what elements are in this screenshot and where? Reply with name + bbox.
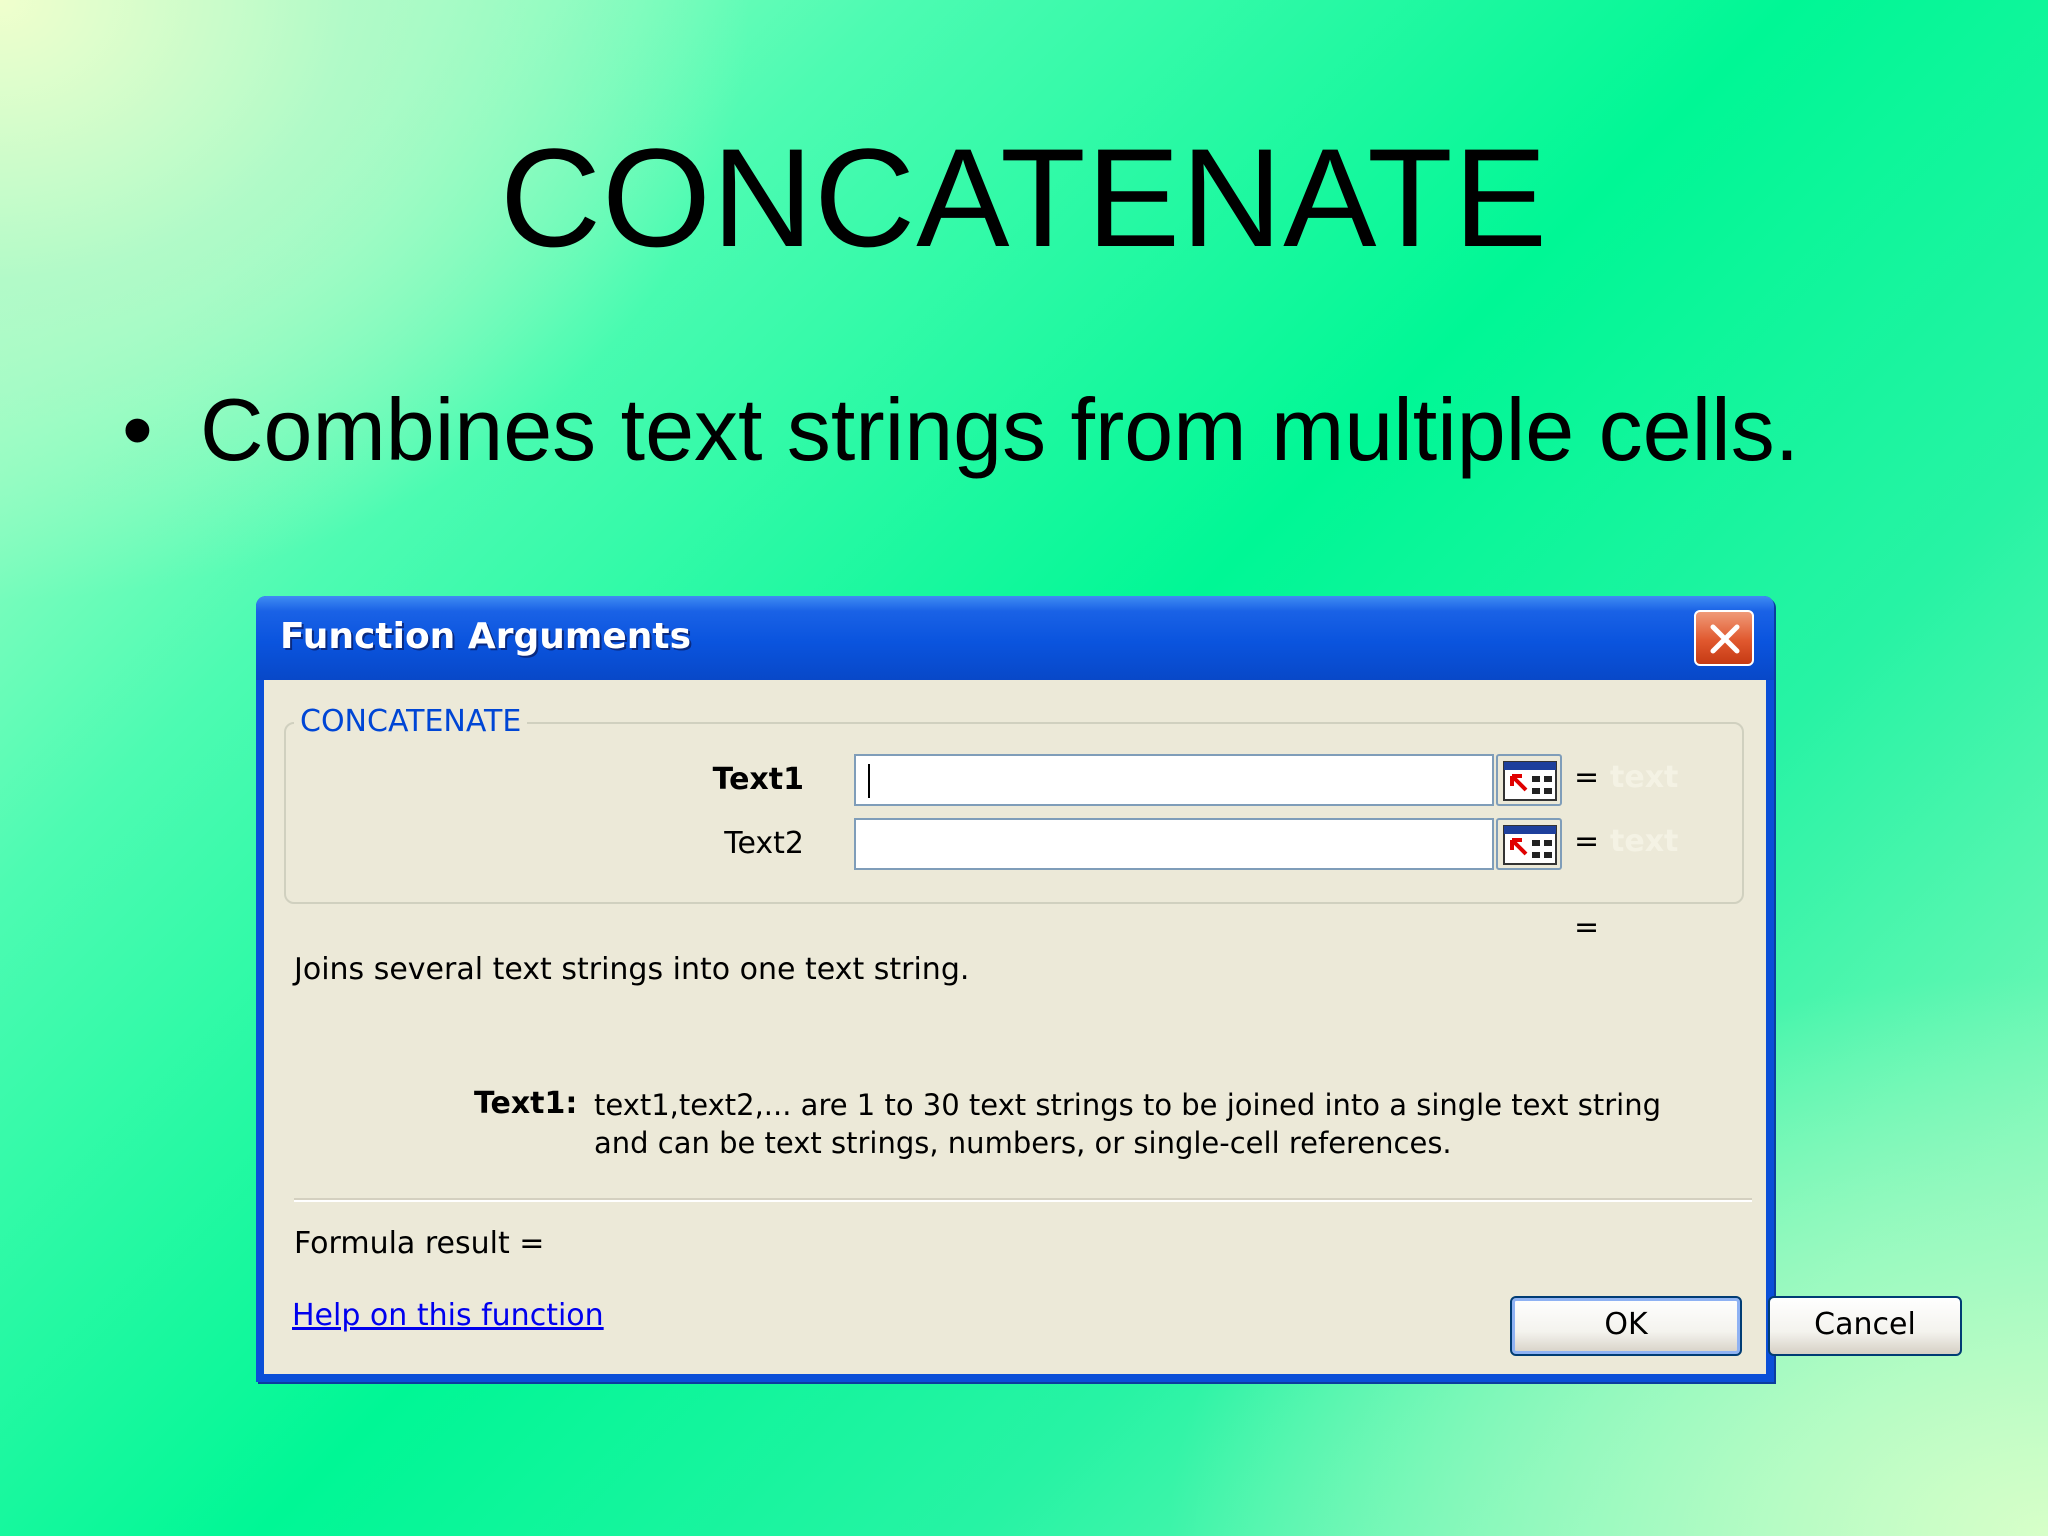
argument-description-label: Text1: — [474, 1086, 578, 1121]
text2-hint: text — [1610, 824, 1679, 859]
function-description: Joins several text strings into one text… — [294, 952, 970, 987]
formula-result: Formula result = — [294, 1226, 545, 1261]
dialog-client-area: CONCATENATE Text1 = text Text2 = text = … — [264, 680, 1962, 1374]
text1-label: Text1 — [712, 762, 804, 797]
text1-equals: = — [1574, 760, 1600, 795]
slide-background: CONCATENATE • Combines text strings from… — [0, 0, 2048, 1536]
close-button[interactable] — [1694, 610, 1754, 666]
range-select-icon — [1503, 761, 1557, 801]
text2-equals: = — [1574, 824, 1600, 859]
text-cursor — [868, 764, 870, 798]
text1-hint: text — [1610, 760, 1679, 795]
text1-collapse-dialog-button[interactable] — [1496, 754, 1562, 806]
text2-label: Text2 — [724, 826, 804, 861]
text2-collapse-dialog-button[interactable] — [1496, 818, 1562, 870]
slide-title: CONCATENATE — [499, 119, 1549, 276]
argument-description-text: text1,text2,... are 1 to 30 text strings… — [594, 1088, 1661, 1160]
range-select-icon — [1503, 825, 1557, 865]
bullet-symbol: • — [122, 380, 153, 479]
bullet-text: Combines text strings from multiple cell… — [200, 380, 1800, 479]
separator — [294, 1198, 1752, 1202]
text1-input[interactable] — [854, 754, 1494, 806]
dialog-title: Function Arguments — [280, 616, 692, 657]
group-label: CONCATENATE — [294, 704, 528, 739]
result-equals: = — [1574, 910, 1600, 945]
dialog-titlebar[interactable]: Function Arguments — [256, 596, 1774, 680]
cancel-button[interactable]: Cancel — [1768, 1296, 1962, 1356]
arguments-groupbox — [284, 722, 1744, 904]
text2-input[interactable] — [854, 818, 1494, 870]
close-icon — [1710, 624, 1740, 654]
help-link[interactable]: Help on this function — [292, 1298, 604, 1333]
function-arguments-dialog: Function Arguments CONCATENATE Text1 = t… — [256, 596, 1962, 1382]
ok-button[interactable]: OK — [1510, 1296, 1742, 1356]
